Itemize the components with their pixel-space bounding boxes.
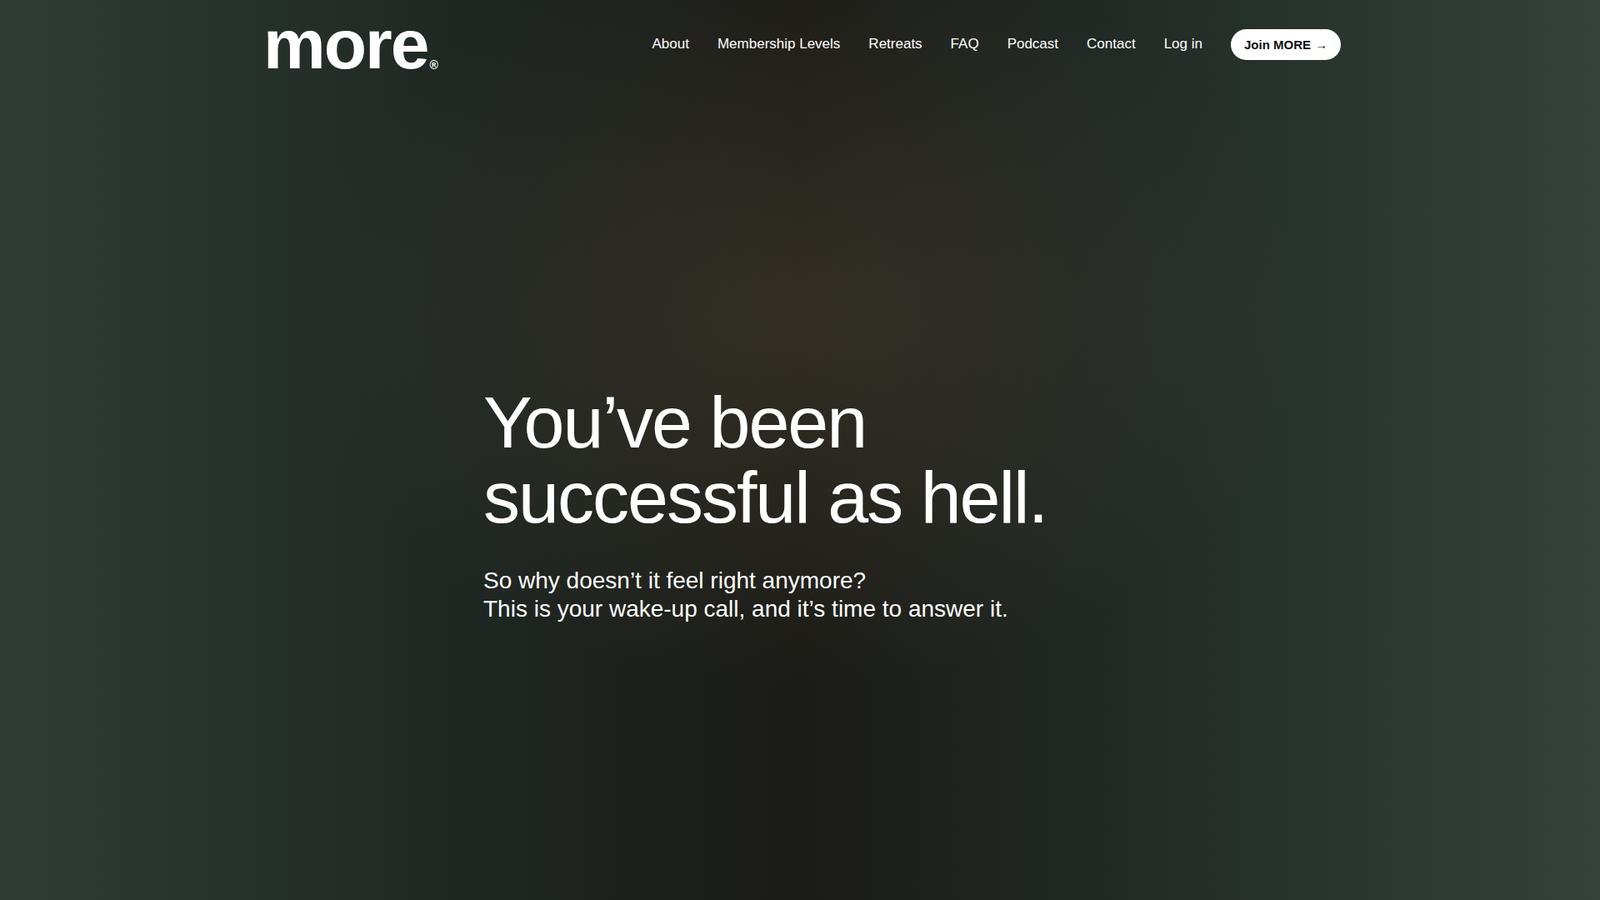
header: more® About Membership Levels Retreats FAQ Po… bbox=[0, 0, 1600, 80]
headline: You’ve beensuccessful as hell. bbox=[483, 385, 1600, 535]
registered-mark: ® bbox=[429, 59, 436, 71]
nav: About Membership Levels Retreats FAQ Podcast… bbox=[652, 29, 1341, 60]
subtitle-line: So why doesn’t it feel right anymore? bbox=[483, 566, 1600, 595]
hero: You’ve beensuccessful as hell. So why doe… bbox=[0, 80, 1600, 624]
join-button[interactable]: Join MORE→ bbox=[1230, 29, 1341, 60]
nav-link[interactable]: Podcast bbox=[1007, 35, 1059, 53]
nav-link[interactable]: About bbox=[652, 35, 690, 53]
subtitle-line: This is your wake-up call, and it’s time… bbox=[483, 595, 1600, 624]
nav-link[interactable]: Retreats bbox=[868, 35, 922, 53]
page: more® About Membership Levels Retreats FAQ Po… bbox=[0, 0, 1600, 900]
arrow-icon: → bbox=[1315, 37, 1328, 52]
subtitle: So why doesn’t it feel right anymore?Thi… bbox=[483, 566, 1600, 624]
nav-link[interactable]: FAQ bbox=[950, 35, 980, 53]
headline-line: successful as hell. bbox=[483, 460, 1600, 535]
logo[interactable]: more® bbox=[263, 9, 437, 80]
nav-link[interactable]: Log in bbox=[1164, 35, 1203, 53]
nav-link[interactable]: Membership Levels bbox=[717, 35, 840, 53]
nav-link[interactable]: Contact bbox=[1086, 35, 1136, 53]
headline-line: You’ve been bbox=[483, 385, 1600, 460]
